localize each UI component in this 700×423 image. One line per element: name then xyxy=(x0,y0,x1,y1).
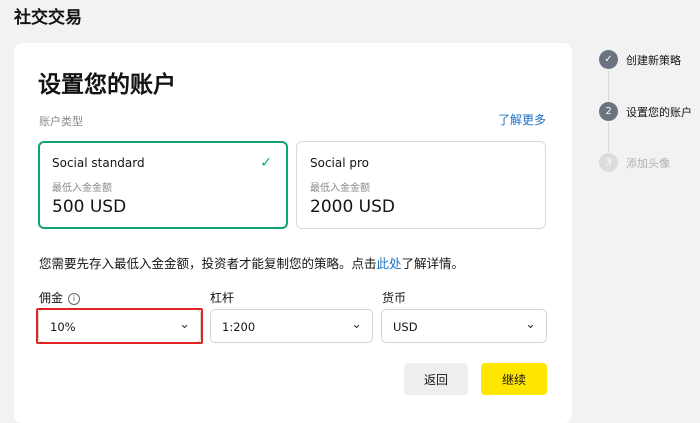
commission-label: 佣金 i xyxy=(39,289,81,306)
step-label: 设置您的账户 xyxy=(626,105,692,119)
commission-select[interactable]: 10% ⌄ xyxy=(38,309,201,343)
step-label: 添加头像 xyxy=(626,156,670,170)
currency-select[interactable]: USD ⌄ xyxy=(381,309,547,343)
step-connector xyxy=(608,71,609,101)
chevron-down-icon: ⌄ xyxy=(179,317,190,332)
account-setup-card: 设置您的账户 账户类型 了解更多 Social standard ✓ 最低入金金… xyxy=(14,43,572,423)
option-name: Social pro xyxy=(310,156,370,170)
commission-label-text: 佣金 xyxy=(39,291,64,305)
step-number: 3 xyxy=(599,153,618,172)
step-label: 创建新策略 xyxy=(626,53,681,67)
info-text-before: 您需要先存入最低入金金额，投资者才能复制您的策略。点击 xyxy=(39,256,377,271)
currency-value: USD xyxy=(393,320,418,334)
option-min-label: 最低入金金额 xyxy=(52,183,112,194)
info-icon[interactable]: i xyxy=(68,293,81,305)
leverage-label: 杠杆 xyxy=(210,291,235,305)
account-option-social-standard[interactable]: Social standard ✓ 最低入金金额 500 USD xyxy=(38,141,288,229)
commission-value: 10% xyxy=(50,320,76,334)
option-min-label: 最低入金金额 xyxy=(310,183,370,194)
leverage-value: 1:200 xyxy=(222,320,256,334)
learn-more-link[interactable]: 了解更多 xyxy=(498,111,546,128)
step-setup-account: 2 设置您的账户 xyxy=(599,102,692,121)
option-min-value: 2000 USD xyxy=(310,197,395,217)
info-here-link[interactable]: 此处 xyxy=(377,256,402,271)
page-title: 社交交易 xyxy=(14,8,82,28)
deposit-info-text: 您需要先存入最低入金金额，投资者才能复制您的策略。点击此处了解详情。 xyxy=(39,253,464,272)
check-icon: ✓ xyxy=(260,155,272,171)
option-name: Social standard xyxy=(52,156,145,170)
option-min-value: 500 USD xyxy=(52,197,127,217)
currency-label: 货币 xyxy=(382,291,407,305)
back-button[interactable]: 返回 xyxy=(404,363,468,395)
account-option-social-pro[interactable]: Social pro 最低入金金额 2000 USD xyxy=(296,141,546,229)
chevron-down-icon: ⌄ xyxy=(351,317,362,332)
step-create-strategy: ✓ 创建新策略 xyxy=(599,50,681,69)
step-add-avatar: 3 添加头像 xyxy=(599,153,670,172)
account-type-label: 账户类型 xyxy=(39,115,83,128)
chevron-down-icon: ⌄ xyxy=(525,317,536,332)
continue-button[interactable]: 继续 xyxy=(481,363,547,395)
leverage-select[interactable]: 1:200 ⌄ xyxy=(210,309,373,343)
info-text-after: 了解详情。 xyxy=(401,256,465,271)
card-title: 设置您的账户 xyxy=(38,72,176,98)
step-number: 2 xyxy=(599,102,618,121)
check-icon: ✓ xyxy=(599,50,618,69)
step-connector xyxy=(608,122,609,152)
